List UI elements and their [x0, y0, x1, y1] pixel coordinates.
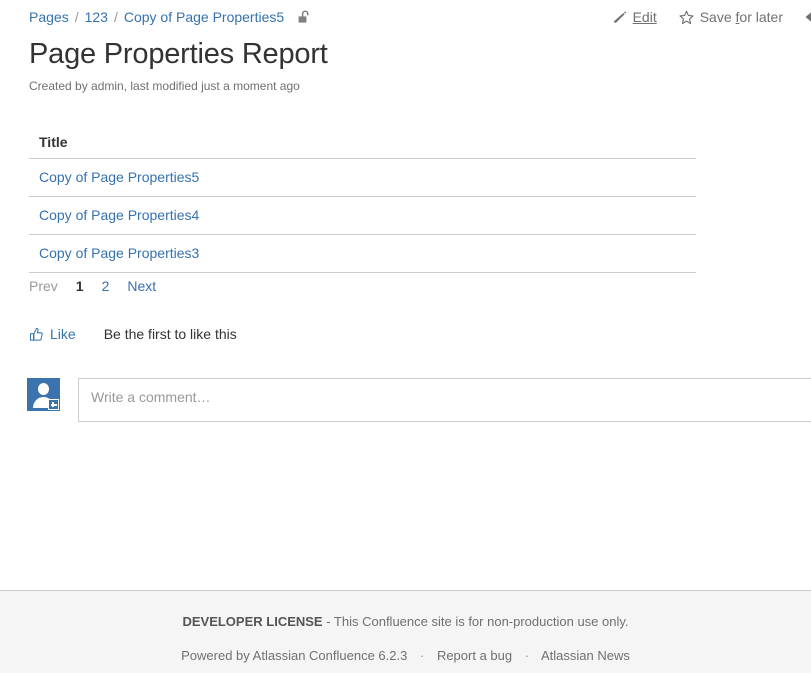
- page-link[interactable]: Copy of Page Properties5: [39, 169, 199, 185]
- breadcrumb-item-123[interactable]: 123: [85, 8, 108, 26]
- confluence-page: Edit Save for later Pages / 123 / Copy o…: [0, 0, 811, 673]
- license-text: - This Confluence site is for non-produc…: [322, 614, 629, 629]
- save-for-later-label: Save for later: [699, 9, 783, 25]
- table-cell-title: Copy of Page Properties3: [29, 234, 696, 273]
- unlocked-padlock-icon[interactable]: [298, 10, 311, 25]
- avatar-plus-badge-icon: [48, 399, 59, 410]
- column-header-title: Title: [29, 128, 696, 159]
- edit-label: Edit: [632, 9, 657, 25]
- page-title: Page Properties Report: [29, 38, 328, 70]
- breadcrumb-item-pages[interactable]: Pages: [29, 8, 69, 26]
- breadcrumb-item-current-page[interactable]: Copy of Page Properties5: [124, 8, 284, 26]
- save-for-later-button[interactable]: Save for later: [679, 9, 783, 25]
- page-properties-report-table: Title Copy of Page Properties5 Copy of P…: [29, 128, 696, 273]
- license-label: DEVELOPER LICENSE: [182, 614, 323, 629]
- edit-button[interactable]: Edit: [613, 9, 657, 25]
- table-cell-title: Copy of Page Properties4: [29, 196, 696, 235]
- table-row: Copy of Page Properties5: [29, 158, 696, 197]
- table-row: Copy of Page Properties3: [29, 234, 696, 273]
- page-link[interactable]: Copy of Page Properties4: [39, 207, 199, 223]
- table-cell-title: Copy of Page Properties5: [29, 158, 696, 197]
- table-header-row: Title: [29, 128, 696, 159]
- caret-left-icon[interactable]: [801, 9, 811, 25]
- user-avatar-add-icon[interactable]: [27, 378, 60, 411]
- like-label: Like: [50, 326, 76, 342]
- pagination-prev: Prev: [29, 278, 58, 294]
- page-actions-toolbar: Edit Save for later: [591, 7, 811, 27]
- like-count-note: Be the first to like this: [103, 326, 237, 342]
- breadcrumb: Pages / 123 / Copy of Page Properties5: [29, 8, 311, 26]
- thumbs-up-icon: [29, 327, 44, 342]
- powered-by-label: Powered by Atlassian Confluence 6.2.3: [181, 648, 408, 663]
- atlassian-news-link[interactable]: Atlassian News: [541, 648, 630, 663]
- like-section: Like Be the first to like this: [29, 326, 237, 342]
- pagination: Prev 1 2 Next: [29, 278, 174, 294]
- pagination-page-2[interactable]: 2: [102, 278, 110, 294]
- breadcrumb-separator: /: [113, 9, 118, 25]
- footer-meta: Powered by Atlassian Confluence 6.2.3 · …: [0, 647, 811, 665]
- table-head: Title: [29, 128, 696, 159]
- footer-separator: ·: [524, 648, 530, 663]
- page-footer: DEVELOPER LICENSE - This Confluence site…: [0, 590, 811, 673]
- avatar-head: [38, 383, 49, 395]
- report-a-bug-link[interactable]: Report a bug: [437, 648, 512, 663]
- pagination-page-1: 1: [75, 278, 84, 294]
- comment-composer: [27, 378, 811, 422]
- comment-input[interactable]: [78, 378, 811, 422]
- pencil-icon: [613, 10, 627, 24]
- star-icon: [679, 10, 694, 25]
- table-row: Copy of Page Properties4: [29, 196, 696, 235]
- page-link[interactable]: Copy of Page Properties3: [39, 245, 199, 261]
- page-byline: Created by admin, last modified just a m…: [29, 79, 300, 93]
- breadcrumb-separator: /: [74, 9, 79, 25]
- like-button[interactable]: Like: [29, 326, 76, 342]
- footer-separator: ·: [419, 648, 425, 663]
- pagination-next[interactable]: Next: [127, 278, 156, 294]
- table-body: Copy of Page Properties5 Copy of Page Pr…: [29, 158, 696, 273]
- license-notice: DEVELOPER LICENSE - This Confluence site…: [0, 613, 811, 631]
